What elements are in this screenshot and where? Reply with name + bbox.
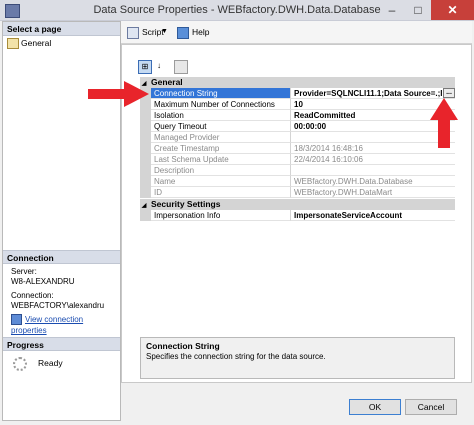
property-name: Maximum Number of Connections xyxy=(151,99,291,110)
category-label: Security Settings xyxy=(151,199,221,209)
property-row[interactable]: Isolation ReadCommitted xyxy=(140,110,455,121)
categorized-sort-icon[interactable]: ⊞ xyxy=(138,60,152,74)
description-panel: Connection String Specifies the connecti… xyxy=(140,337,455,379)
property-row[interactable]: Last Schema Update 22/4/2014 16:10:06 xyxy=(140,154,455,165)
server-value: W8-ALEXANDRU xyxy=(11,277,75,286)
property-value xyxy=(291,165,455,176)
property-value-text: Provider=SQLNCLI11.1;Data Source=.;I xyxy=(294,89,443,98)
property-pages-icon[interactable] xyxy=(174,60,188,74)
property-row[interactable]: ID WEBfactory.DWH.DataMart xyxy=(140,187,455,198)
property-name: Managed Provider xyxy=(151,132,291,143)
property-name: Connection String xyxy=(151,88,291,99)
property-name: Impersonation Info xyxy=(151,210,291,221)
property-value: 22/4/2014 16:10:06 xyxy=(291,154,455,165)
property-value: WEBfactory.DWH.DataMart xyxy=(291,187,455,198)
toolbar: Script ▼ Help xyxy=(121,21,472,44)
property-name: Create Timestamp xyxy=(151,143,291,154)
cancel-button[interactable]: Cancel xyxy=(405,399,457,415)
properties-icon xyxy=(11,314,22,326)
property-name: Isolation xyxy=(151,110,291,121)
property-row[interactable]: Create Timestamp 18/3/2014 16:48:16 xyxy=(140,143,455,154)
progress-status: Ready xyxy=(38,358,63,368)
page-icon xyxy=(7,38,19,50)
category-general[interactable]: ◢ General xyxy=(140,77,455,88)
property-row[interactable]: Managed Provider xyxy=(140,132,455,143)
page-item-general[interactable]: General xyxy=(7,37,52,50)
property-row[interactable]: Impersonation Info ImpersonateServiceAcc… xyxy=(140,210,455,221)
progress-header: Progress xyxy=(3,337,120,351)
property-value: WEBfactory.DWH.Data.Database xyxy=(291,176,455,187)
select-page-header: Select a page xyxy=(3,22,120,36)
description-title: Connection String xyxy=(146,341,220,351)
maximize-icon[interactable]: □ xyxy=(405,0,431,20)
property-row[interactable]: Query Timeout 00:00:00 xyxy=(140,121,455,132)
dialog-window: Data Source Properties - WEBfactory.DWH.… xyxy=(0,0,474,425)
connection-header: Connection xyxy=(3,250,120,264)
help-label: Help xyxy=(192,27,210,37)
category-label: General xyxy=(151,77,183,87)
property-name: ID xyxy=(151,187,291,198)
property-row[interactable]: Description xyxy=(140,165,455,176)
property-row[interactable]: Maximum Number of Connections 10 xyxy=(140,99,455,110)
property-name: Description xyxy=(151,165,291,176)
view-connection-properties-link[interactable]: View connection properties xyxy=(11,314,120,336)
property-row[interactable]: Name WEBfactory.DWH.Data.Database xyxy=(140,176,455,187)
minimize-icon[interactable]: – xyxy=(379,0,405,20)
property-name: Name xyxy=(151,176,291,187)
script-button[interactable]: Script xyxy=(127,26,164,39)
close-icon[interactable]: ✕ xyxy=(431,0,474,20)
progress-spinner-icon xyxy=(13,357,27,371)
description-text: Specifies the connection string for the … xyxy=(146,352,326,361)
property-name: Query Timeout xyxy=(151,121,291,132)
script-icon xyxy=(127,26,139,39)
ok-button[interactable]: OK xyxy=(349,399,401,415)
ellipsis-button[interactable]: ... xyxy=(443,88,455,98)
left-arrow-annotation-icon xyxy=(88,81,149,107)
title-bar[interactable]: Data Source Properties - WEBfactory.DWH.… xyxy=(0,0,474,21)
alphabetical-sort-icon[interactable]: ↓ xyxy=(153,60,165,72)
category-security-settings[interactable]: ◢ Security Settings xyxy=(140,199,455,210)
property-row[interactable]: Connection String Provider=SQLNCLI11.1;D… xyxy=(140,88,455,99)
connection-value: WEBFACTORY\alexandru xyxy=(11,301,105,310)
property-value[interactable]: ImpersonateServiceAccount xyxy=(291,210,455,221)
chevron-down-icon[interactable]: ▼ xyxy=(161,26,168,38)
help-icon xyxy=(177,26,189,39)
property-name: Last Schema Update xyxy=(151,154,291,165)
up-arrow-annotation-icon xyxy=(430,98,458,148)
page-item-label: General xyxy=(21,38,52,48)
help-button[interactable]: Help xyxy=(177,26,210,39)
